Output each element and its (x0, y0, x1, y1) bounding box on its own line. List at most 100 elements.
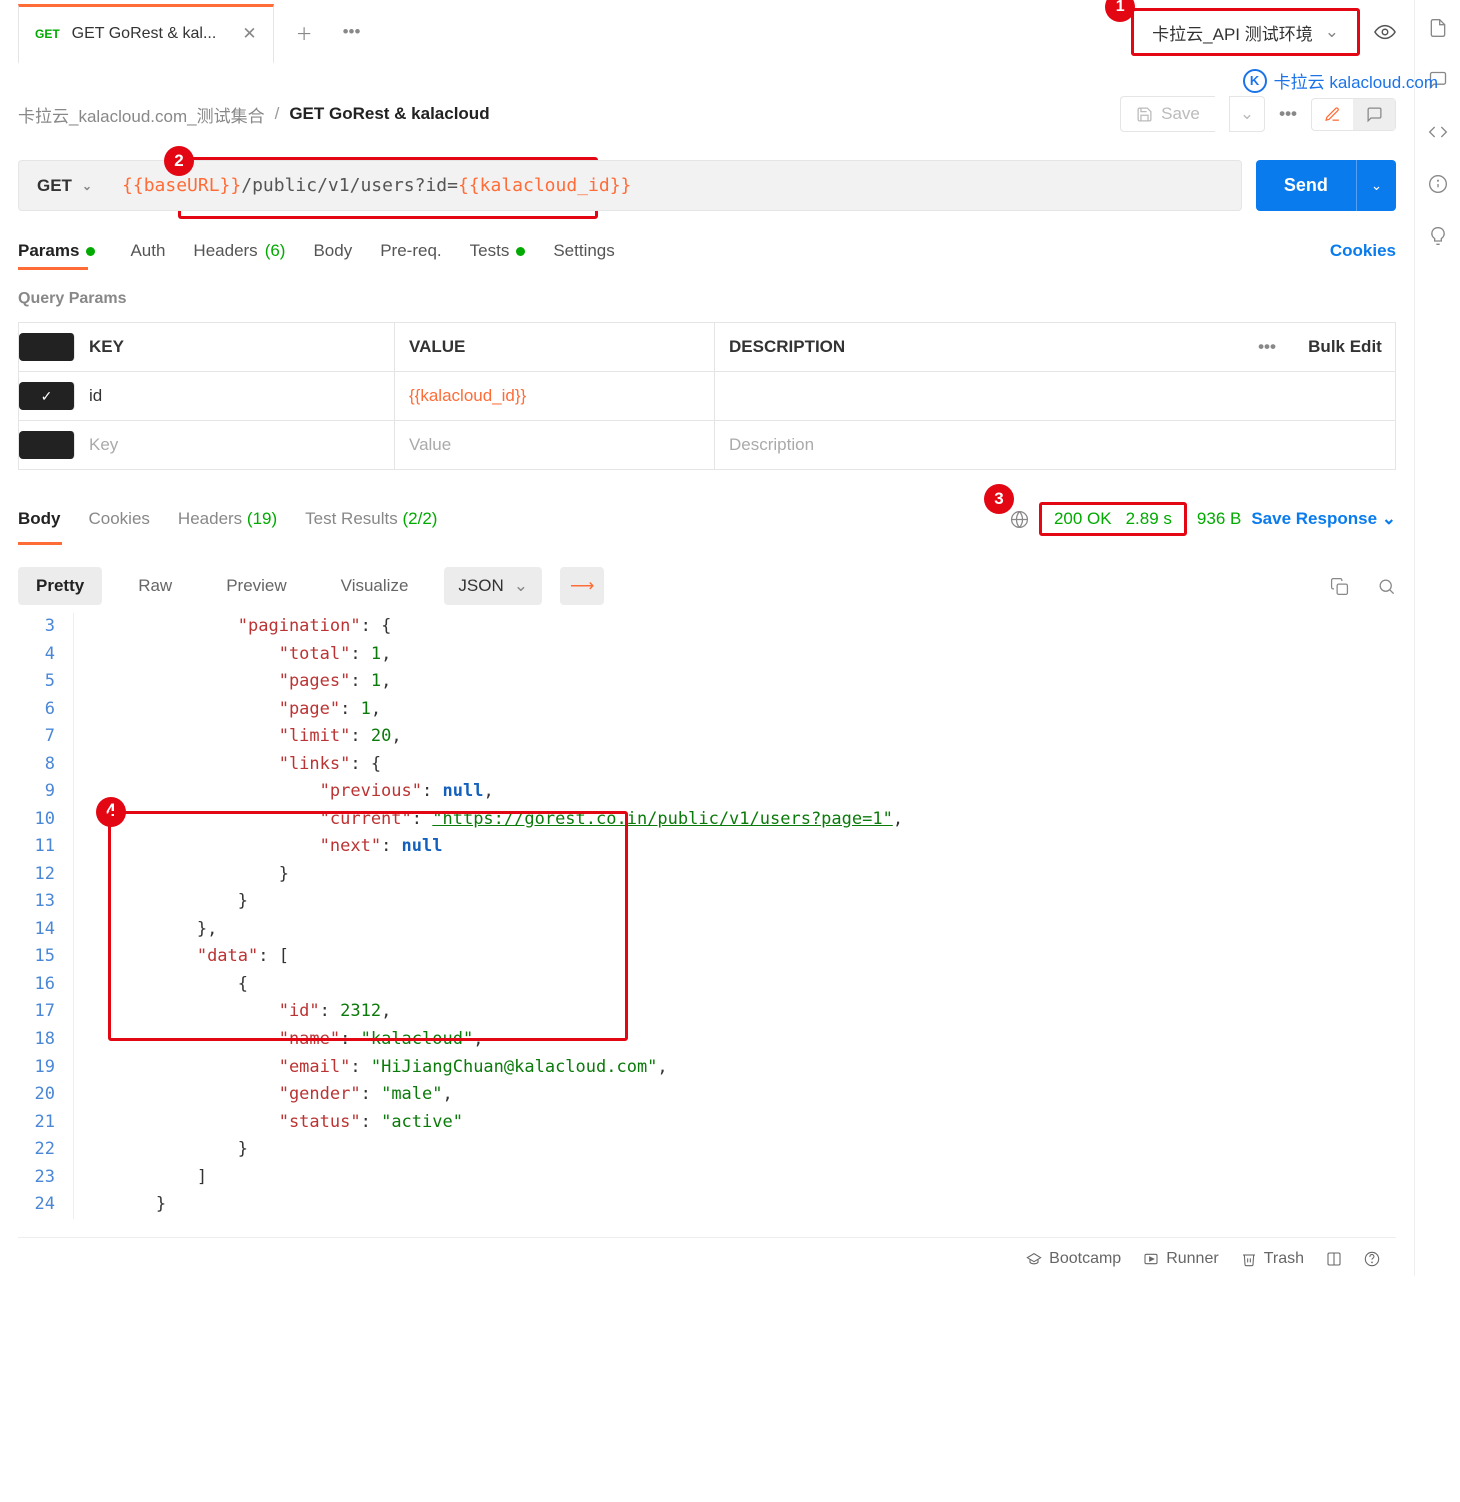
send-button[interactable]: Send (1256, 160, 1356, 211)
view-raw[interactable]: Raw (120, 567, 190, 605)
close-icon[interactable]: ✕ (242, 24, 256, 44)
send-dropdown[interactable]: ⌄ (1356, 160, 1396, 211)
callout-badge-2: 2 (164, 146, 194, 176)
tab-title: GET GoRest & kal... (72, 25, 217, 43)
lightbulb-icon[interactable] (1428, 226, 1448, 246)
param-key-input[interactable]: id (75, 372, 395, 420)
view-visualize[interactable]: Visualize (323, 567, 427, 605)
view-preview[interactable]: Preview (208, 567, 304, 605)
code-line: 23 ] (18, 1164, 1396, 1192)
breadcrumb-row: 卡拉云_kalacloud.com_测试集合 / GET GoRest & ka… (18, 96, 1396, 132)
save-icon (1136, 106, 1153, 123)
footer-help-icon[interactable] (1364, 1250, 1380, 1268)
info-icon[interactable] (1428, 174, 1448, 194)
checkbox-checked[interactable]: ✓ (36, 385, 58, 407)
footer-panes-icon[interactable] (1326, 1250, 1342, 1268)
request-tab[interactable]: GET GET GoRest & kal... ✕ (18, 4, 274, 64)
search-icon[interactable] (1377, 577, 1396, 596)
code-line: 8 "links": { (18, 751, 1396, 779)
dot-indicator-icon (516, 247, 525, 256)
query-params-title: Query Params (18, 290, 1396, 308)
url-input[interactable]: {{baseURL}}/public/v1/users?id={{kalaclo… (110, 160, 1242, 211)
save-dropdown[interactable]: ⌄ (1229, 96, 1265, 132)
code-line: 10 "current": "https://gorest.co.in/publ… (18, 806, 1396, 834)
footer-runner[interactable]: Runner (1143, 1250, 1218, 1268)
copy-icon[interactable] (1330, 577, 1349, 596)
col-more-icon[interactable]: ••• (1239, 337, 1295, 357)
environment-select[interactable]: 卡拉云_API 测试环境 ⌄ (1131, 8, 1360, 56)
callout-badge-4: 4 (96, 797, 126, 827)
res-tab-cookies[interactable]: Cookies (89, 509, 150, 529)
param-desc-input[interactable] (715, 382, 1239, 410)
param-value-placeholder[interactable]: Value (395, 421, 715, 469)
code-line: 7 "limit": 20, (18, 723, 1396, 751)
tab-method: GET (35, 27, 60, 41)
col-value: VALUE (395, 323, 715, 371)
code-line: 15 "data": [ (18, 943, 1396, 971)
footer-bootcamp[interactable]: Bootcamp (1026, 1250, 1121, 1268)
table-header: KEY VALUE DESCRIPTION ••• Bulk Edit (19, 322, 1395, 371)
code-line: 5 "pages": 1, (18, 668, 1396, 696)
network-icon[interactable] (1010, 510, 1029, 529)
tab-body[interactable]: Body (313, 241, 352, 261)
code-line: 20 "gender": "male", (18, 1081, 1396, 1109)
breadcrumb-collection[interactable]: 卡拉云_kalacloud.com_测试集合 (18, 102, 265, 127)
new-tab-icon[interactable]: ＋ (296, 20, 313, 45)
right-sidebar (1414, 0, 1460, 1276)
edit-icon[interactable] (1312, 99, 1353, 130)
tab-bar: GET GET GoRest & kal... ✕ ＋ ••• 1 卡拉云_AP… (18, 0, 1396, 64)
res-tab-headers[interactable]: Headers (19) (178, 509, 277, 529)
tab-headers[interactable]: Headers (6) (193, 241, 285, 261)
tab-auth[interactable]: Auth (130, 241, 165, 261)
code-line: 11 "next": null (18, 833, 1396, 861)
env-quicklook-icon[interactable] (1374, 21, 1396, 43)
code-line: 16 { (18, 971, 1396, 999)
cookies-link[interactable]: Cookies (1330, 241, 1396, 261)
tab-prerequest[interactable]: Pre-req. (380, 241, 441, 261)
code-line: 17 "id": 2312, (18, 998, 1396, 1026)
format-select[interactable]: JSON ⌄ (444, 567, 542, 605)
environment-label: 卡拉云_API 测试环境 (1152, 20, 1313, 45)
response-tabs: Body Cookies Headers (19) Test Results (… (18, 502, 1396, 536)
save-response-button[interactable]: Save Response ⌄ (1251, 509, 1396, 529)
query-params-table: KEY VALUE DESCRIPTION ••• Bulk Edit ✓ id… (18, 322, 1396, 470)
wrap-lines-icon[interactable]: ⟶ (560, 567, 604, 605)
chevron-down-icon: ⌄ (514, 576, 528, 596)
response-body-viewer[interactable]: 4 3 "pagination": {4 "total": 1,5 "pages… (18, 613, 1396, 1219)
chevron-down-icon: ⌄ (1325, 22, 1339, 42)
doc-icon[interactable] (1428, 18, 1448, 38)
code-icon[interactable] (1428, 122, 1448, 142)
tab-more-icon[interactable]: ••• (343, 22, 361, 42)
code-line: 18 "name": "kalacloud", (18, 1026, 1396, 1054)
callout-badge-3: 3 (984, 484, 1014, 514)
bulk-edit-button[interactable]: Bulk Edit (1295, 337, 1395, 357)
table-row-empty: Key Value Description (19, 420, 1395, 469)
breadcrumb-current: GET GoRest & kalacloud (289, 104, 489, 124)
code-line: 21 "status": "active" (18, 1109, 1396, 1137)
method-select[interactable]: GET ⌄ (18, 160, 110, 211)
param-value-input[interactable]: {{kalacloud_id}} (395, 372, 715, 420)
tab-tests[interactable]: Tests (470, 241, 526, 261)
watermark: K 卡拉云 kalacloud.com (1243, 68, 1438, 93)
comment-icon[interactable] (1353, 99, 1395, 130)
save-button[interactable]: Save (1120, 96, 1215, 132)
code-line: 6 "page": 1, (18, 696, 1396, 724)
footer-trash[interactable]: Trash (1241, 1250, 1304, 1268)
tab-settings[interactable]: Settings (553, 241, 614, 261)
viewer-toolbar: Pretty Raw Preview Visualize JSON ⌄ ⟶ (18, 567, 1396, 605)
param-key-placeholder[interactable]: Key (75, 421, 395, 469)
view-pretty[interactable]: Pretty (18, 567, 102, 605)
code-line: 14 }, (18, 916, 1396, 944)
more-actions-icon[interactable]: ••• (1279, 104, 1297, 124)
request-row: 2 GET ⌄ {{baseURL}}/public/v1/users?id={… (18, 160, 1396, 211)
status-size: 936 B (1197, 509, 1241, 529)
res-tab-body[interactable]: Body (18, 509, 61, 529)
code-line: 9 "previous": null, (18, 778, 1396, 806)
tab-params[interactable]: Params (18, 241, 102, 261)
status-code: 200 OK (1054, 509, 1112, 529)
res-tab-testresults[interactable]: Test Results (2/2) (305, 509, 437, 529)
param-desc-placeholder[interactable]: Description (715, 421, 1239, 469)
callout-box-3: 200 OK 2.89 s (1039, 502, 1187, 536)
main-region: GET GET GoRest & kal... ✕ ＋ ••• 1 卡拉云_AP… (0, 0, 1414, 1276)
code-line: 19 "email": "HiJiangChuan@kalacloud.com"… (18, 1054, 1396, 1082)
